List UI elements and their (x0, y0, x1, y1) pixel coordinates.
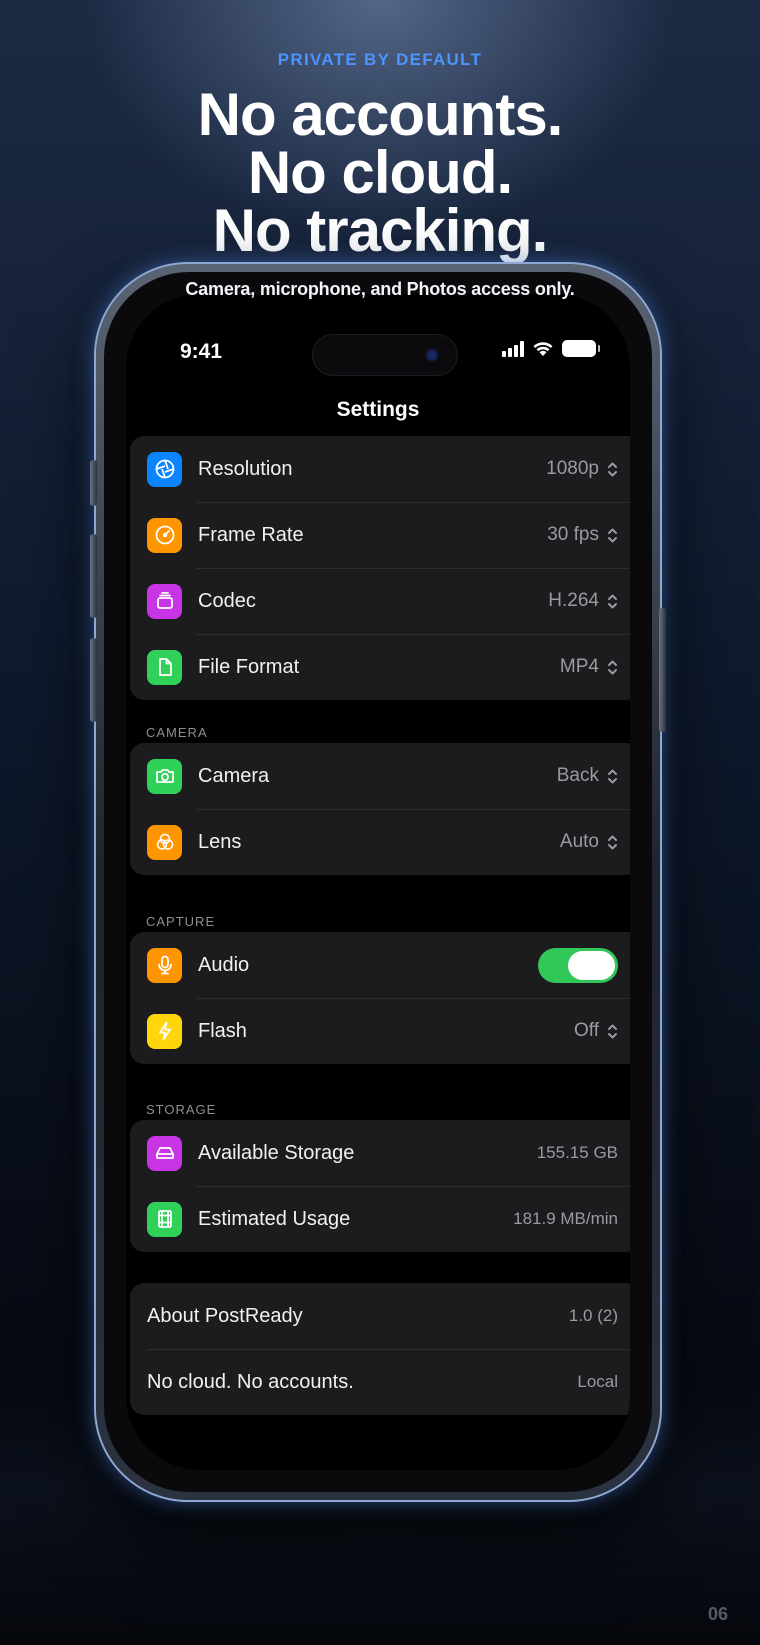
about-version-value: 1.0 (2) (568, 1306, 618, 1325)
file-format-label: File Format (198, 655, 300, 678)
available-storage-value: 155.15 GB (536, 1143, 618, 1162)
frame-rate-label: Frame Rate (198, 523, 304, 546)
chevron-updown-icon (607, 659, 618, 676)
flash-value: Off (574, 1020, 618, 1042)
phone-screen: 9:41 Settings Resolution 1080p Frame Rat… (126, 294, 630, 1470)
stack-icon (147, 583, 182, 619)
battery-icon (562, 340, 600, 357)
codec-row[interactable]: Codec H.264 (130, 568, 630, 634)
audio-row: Audio (130, 932, 630, 998)
flash-row[interactable]: Flash Off (130, 998, 630, 1064)
available-storage-row: Available Storage 155.15 GB (130, 1120, 630, 1186)
chevron-updown-icon (607, 593, 618, 610)
resolution-label: Resolution (198, 457, 293, 480)
about-row[interactable]: About PostReady 1.0 (2) (130, 1283, 630, 1349)
lens-value: Auto (560, 831, 618, 853)
lens-row[interactable]: Lens Auto (130, 809, 630, 875)
lens-label: Lens (198, 830, 242, 853)
action-button (90, 460, 97, 506)
promo-subline: Camera, microphone, and Photos access on… (185, 279, 575, 299)
storage-settings-group: Available Storage 155.15 GB Estimated Us… (130, 1120, 630, 1252)
dynamic-island (312, 334, 458, 376)
privacy-value: Local (577, 1372, 618, 1391)
camera-row[interactable]: Camera Back (130, 743, 630, 809)
status-icons (502, 340, 600, 357)
chevron-updown-icon (607, 1023, 618, 1040)
storage-section-header: STORAGE (146, 1102, 217, 1117)
bolt-icon (147, 1013, 182, 1049)
codec-label: Codec (198, 589, 256, 612)
estimated-usage-value: 181.9 MB/min (513, 1209, 618, 1228)
about-group: About PostReady 1.0 (2) No cloud. No acc… (130, 1283, 630, 1415)
microphone-icon (147, 947, 182, 983)
toggle-knob (568, 950, 615, 980)
headline-line-1: No accounts. (197, 81, 564, 148)
phone-bezel: 9:41 Settings Resolution 1080p Frame Rat… (104, 272, 652, 1492)
phone-frame: 9:41 Settings Resolution 1080p Frame Rat… (90, 264, 666, 1500)
video-settings-group: Resolution 1080p Frame Rate 30 fps Codec… (130, 436, 630, 700)
document-icon (147, 649, 182, 685)
status-time: 9:41 (180, 340, 223, 363)
page-title: Settings (336, 398, 420, 421)
resolution-value: 1080p (546, 458, 618, 480)
volume-up-button (90, 534, 97, 618)
estimated-usage-row: Estimated Usage 181.9 MB/min (130, 1186, 630, 1252)
chevron-updown-icon (607, 527, 618, 544)
capture-section-header: CAPTURE (146, 914, 216, 929)
camera-rotate-icon (147, 758, 182, 794)
resolution-row[interactable]: Resolution 1080p (130, 436, 630, 502)
file-format-row[interactable]: File Format MP4 (130, 634, 630, 700)
power-button (659, 608, 666, 732)
camera-section-header: CAMERA (146, 725, 208, 740)
codec-value: H.264 (548, 590, 618, 612)
audio-label: Audio (198, 953, 250, 976)
promo-kicker: PRIVATE BY DEFAULT (277, 50, 483, 69)
estimated-usage-label: Estimated Usage (198, 1207, 351, 1230)
aperture-icon (147, 451, 182, 487)
camera-settings-group: Camera Back Lens Auto (130, 743, 630, 875)
drive-icon (147, 1135, 182, 1171)
promo-headline: No accounts. No cloud. No tracking. (0, 81, 760, 264)
chevron-updown-icon (607, 461, 618, 478)
chevron-updown-icon (607, 768, 618, 785)
capture-settings-group: Audio Flash Off (130, 932, 630, 1064)
flash-label: Flash (198, 1019, 247, 1042)
headline-line-2: No cloud. (247, 139, 513, 206)
camera-label: Camera (198, 764, 270, 787)
frame-rate-value: 30 fps (547, 524, 618, 546)
cellular-signal-icon (502, 340, 524, 357)
frame-rate-row[interactable]: Frame Rate 30 fps (130, 502, 630, 568)
speedometer-icon (147, 517, 182, 553)
privacy-row: No cloud. No accounts. Local (130, 1349, 630, 1415)
audio-toggle[interactable] (538, 947, 618, 983)
film-icon (147, 1201, 182, 1237)
headline-line-3: No tracking. (212, 197, 549, 264)
volume-down-button (90, 638, 97, 722)
front-camera-icon (425, 348, 439, 362)
available-storage-label: Available Storage (198, 1141, 355, 1164)
wifi-icon (533, 342, 553, 356)
chevron-updown-icon (607, 834, 618, 851)
lens-circles-icon (147, 824, 182, 860)
camera-value: Back (557, 765, 618, 787)
file-format-value: MP4 (560, 656, 618, 678)
privacy-label: No cloud. No accounts. (147, 1370, 354, 1393)
about-label: About PostReady (147, 1304, 303, 1327)
page-number: 06 (707, 1604, 728, 1624)
